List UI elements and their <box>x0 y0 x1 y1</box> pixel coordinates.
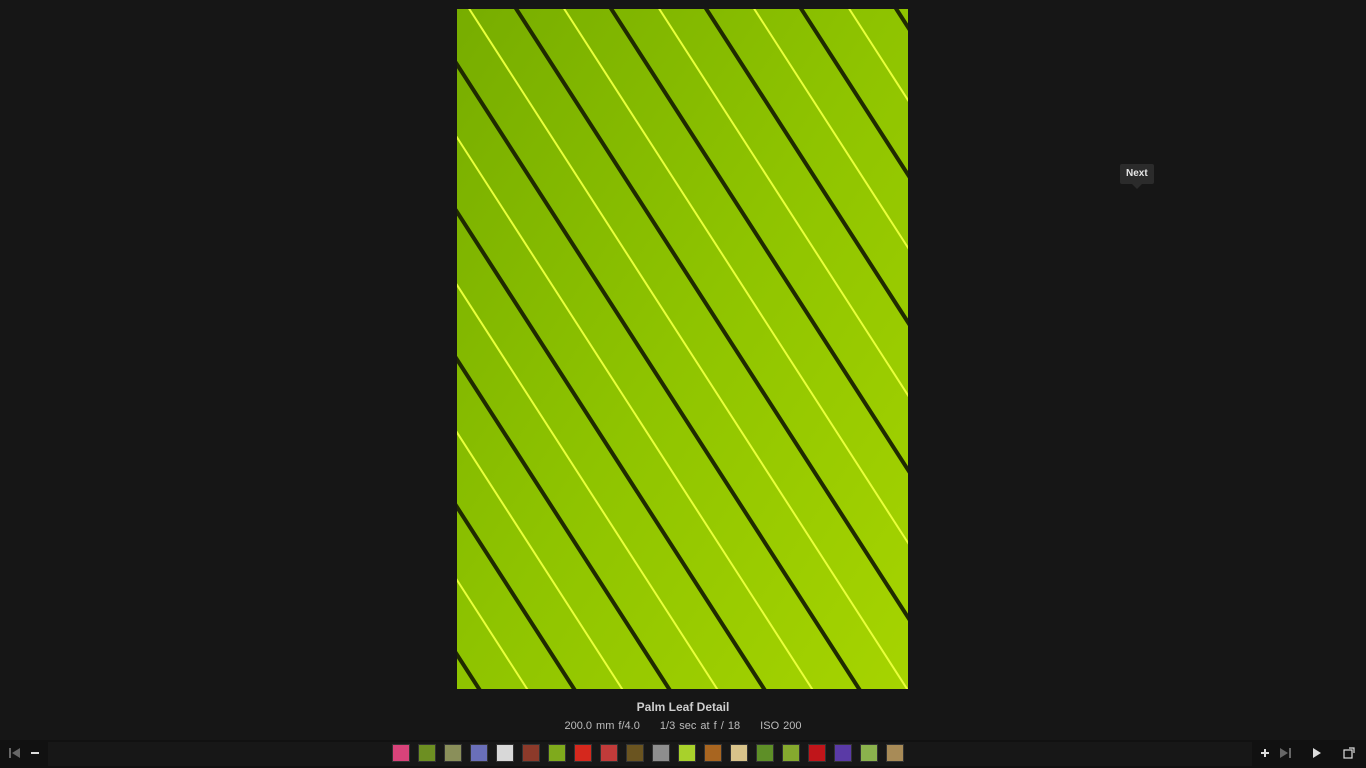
viewer-stage: Next <box>0 0 1366 740</box>
thumb-12[interactable] <box>678 744 696 762</box>
thumb-20[interactable] <box>886 744 904 762</box>
last-icon[interactable] <box>1278 746 1292 760</box>
thumb-11[interactable] <box>652 744 670 762</box>
thumb-14[interactable] <box>730 744 748 762</box>
fullscreen-icon[interactable] <box>1342 746 1356 760</box>
zoom-out-icon[interactable] <box>28 746 42 760</box>
image-title: Palm Leaf Detail <box>636 700 730 714</box>
thumb-2[interactable] <box>418 744 436 762</box>
palm-leaf-image <box>457 9 908 689</box>
thumb-10[interactable] <box>626 744 644 762</box>
thumbnail-strip <box>392 744 904 762</box>
exif-info: 200.0 mm f/4.0 1/3 sec at f / 18 ISO 200 <box>0 720 1366 732</box>
main-photo[interactable] <box>457 9 908 689</box>
exif-exposure: 1/3 sec at f / 18 <box>659 720 741 732</box>
thumb-19[interactable] <box>860 744 878 762</box>
exif-focal: 200.0 mm f/4.0 <box>564 720 640 732</box>
zoom-in-icon[interactable] <box>1258 746 1272 760</box>
exif-iso: ISO 200 <box>760 720 802 732</box>
first-icon[interactable] <box>8 746 22 760</box>
thumb-9[interactable] <box>600 744 618 762</box>
thumb-13[interactable] <box>704 744 722 762</box>
thumb-15[interactable] <box>756 744 774 762</box>
next-tooltip: Next <box>1120 164 1154 189</box>
thumb-1[interactable] <box>392 744 410 762</box>
thumb-3[interactable] <box>444 744 462 762</box>
thumb-5[interactable] <box>496 744 514 762</box>
thumb-8[interactable] <box>574 744 592 762</box>
thumb-17[interactable] <box>808 744 826 762</box>
thumb-4[interactable] <box>470 744 488 762</box>
play-icon[interactable] <box>1310 746 1324 760</box>
thumb-16[interactable] <box>782 744 800 762</box>
thumb-7[interactable] <box>548 744 566 762</box>
thumb-18[interactable] <box>834 744 852 762</box>
thumb-6[interactable] <box>522 744 540 762</box>
